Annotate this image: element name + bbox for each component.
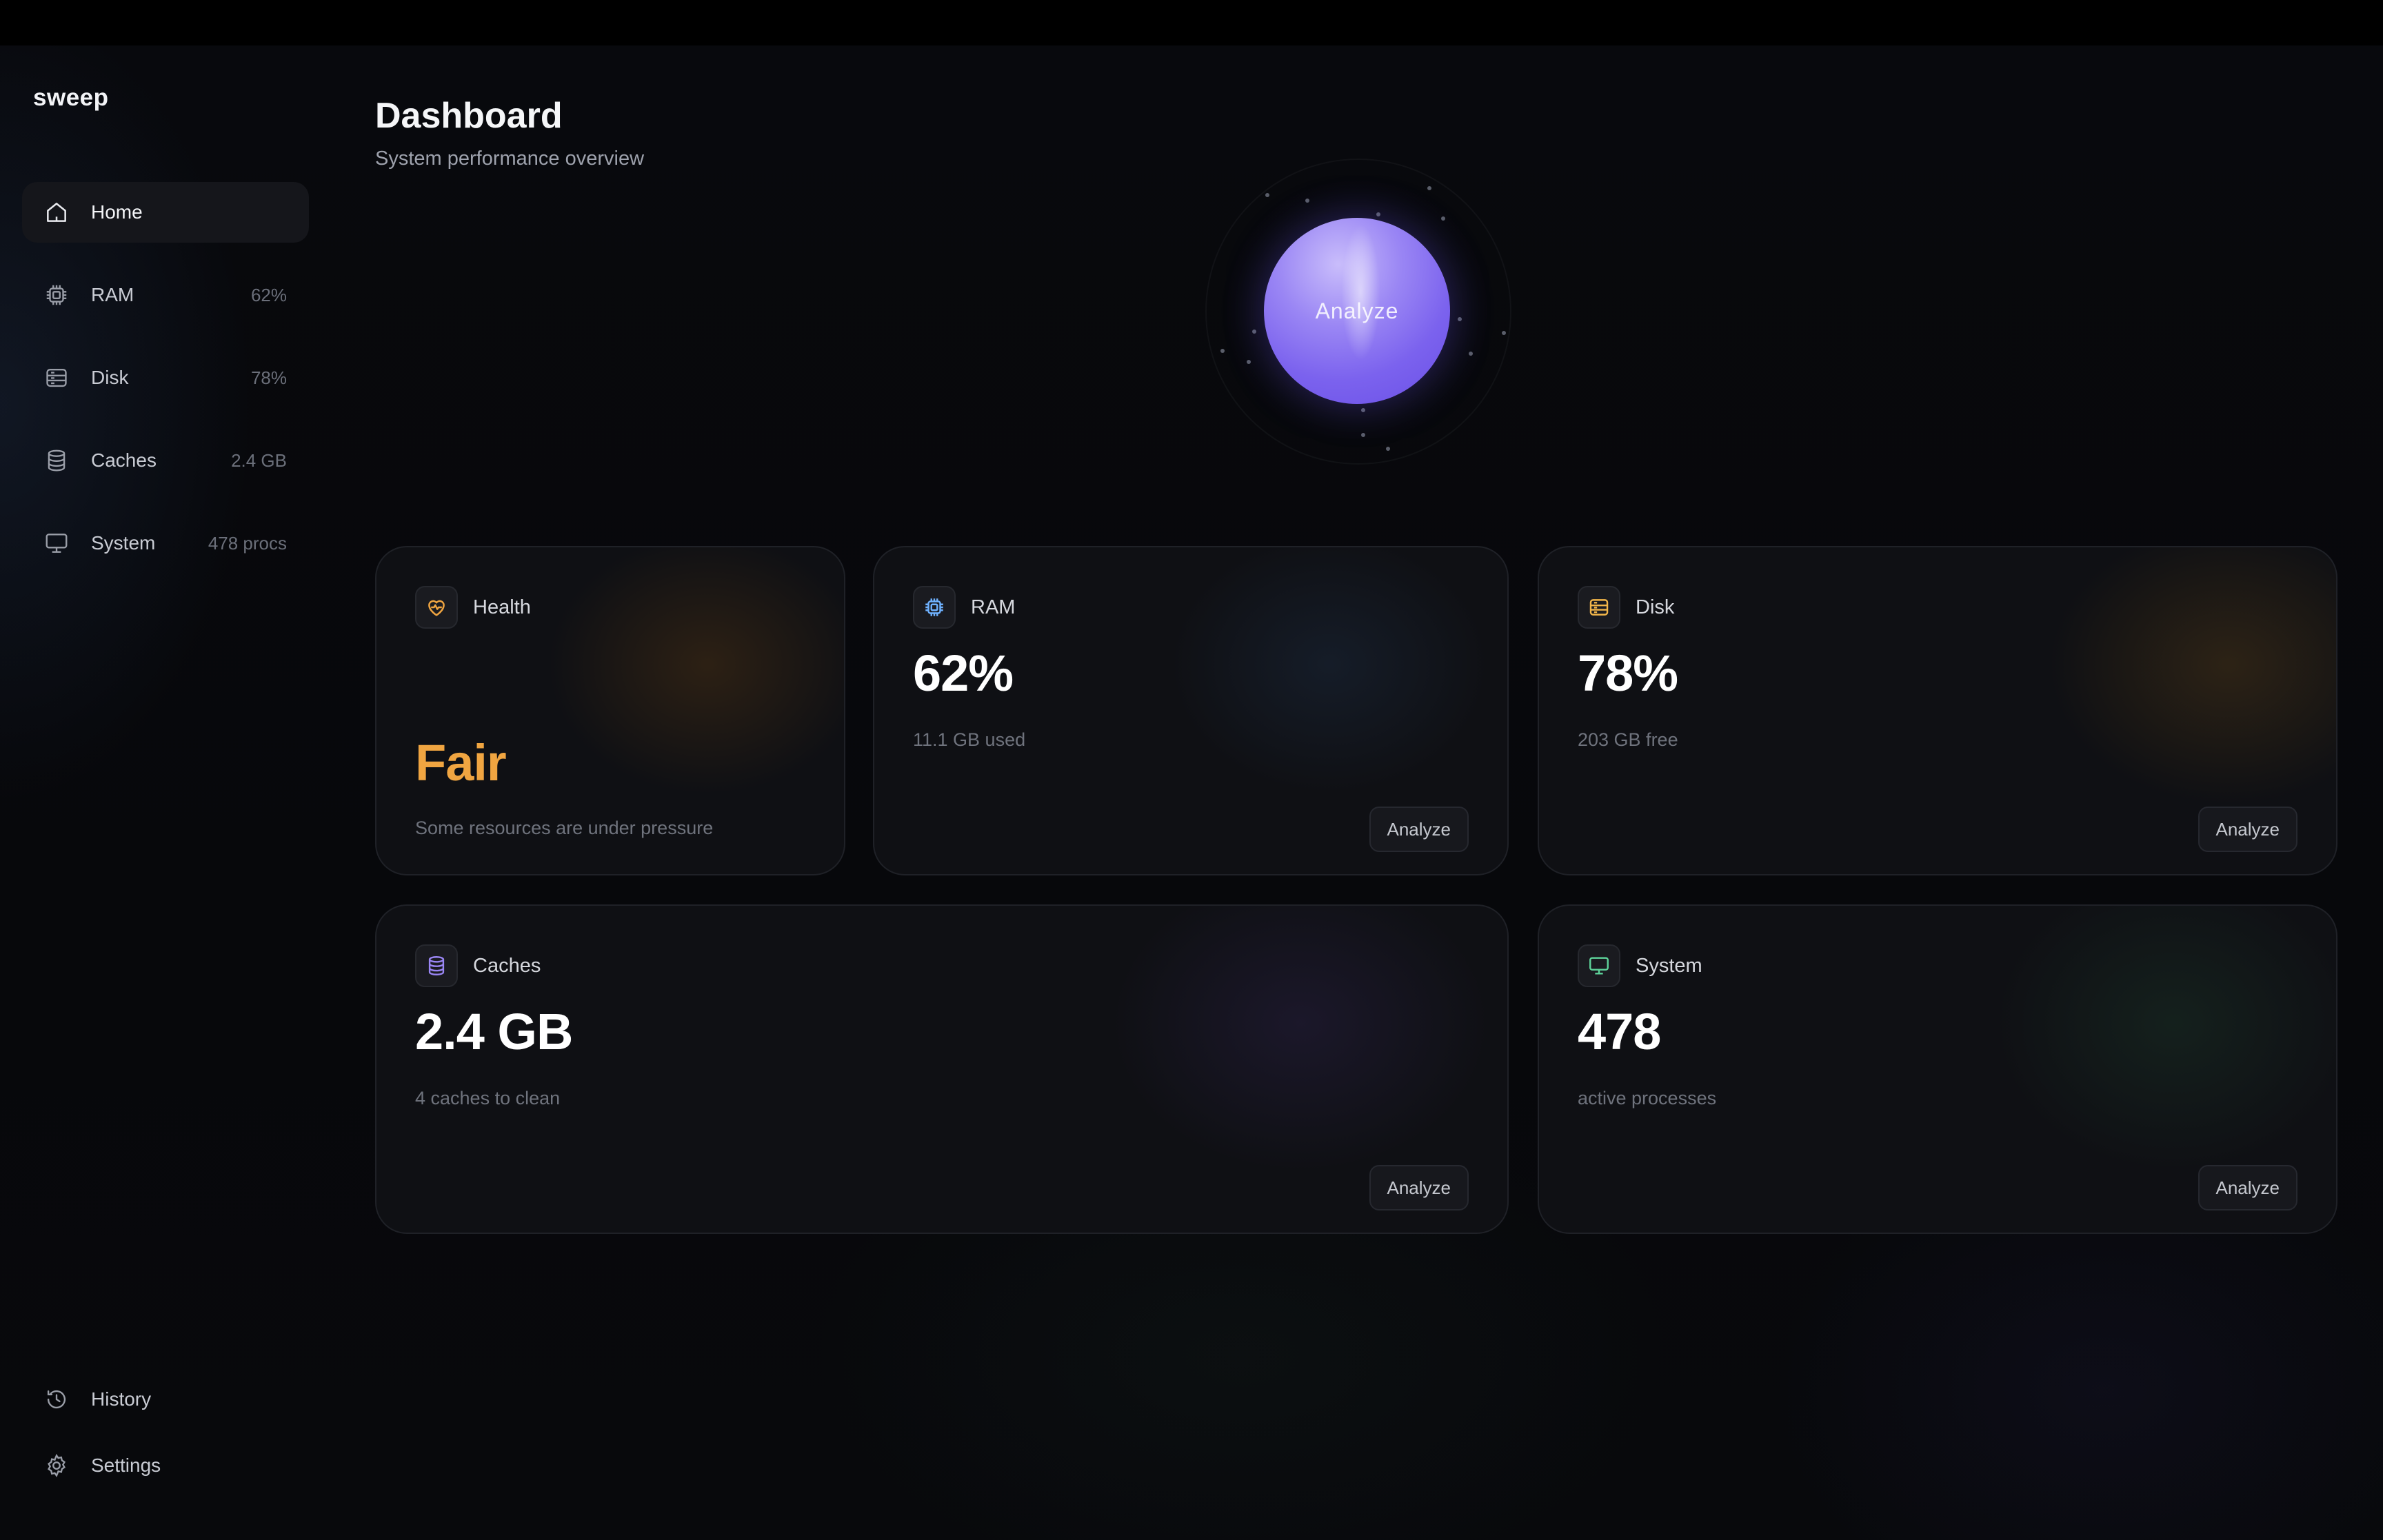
monitor-icon [43,529,70,557]
sidebar-item-home[interactable]: Home [22,182,309,243]
sidebar-item-ram[interactable]: RAM 62% [22,265,309,325]
system-card: System 478 active processes Analyze [1538,904,2337,1234]
ram-usage-value: 62% [913,645,1014,702]
database-icon [43,447,70,474]
orb-particle [1265,193,1269,197]
card-title: Caches [473,954,541,977]
orb-particle [1247,360,1251,364]
orb-particle [1502,331,1506,335]
caches-card: Caches 2.4 GB 4 caches to clean Analyze [375,904,1509,1234]
ram-card: RAM 62% 11.1 GB used Analyze [873,546,1509,875]
ram-used-text: 11.1 GB used [913,729,1026,750]
caches-count-text: 4 caches to clean [415,1088,561,1108]
orb-particle [1361,408,1365,412]
orb-particle [1361,433,1365,437]
system-analyze-button[interactable]: Analyze [2198,1165,2297,1210]
chip-icon [913,586,956,629]
card-title: System [1636,954,1702,977]
caches-size-value: 2.4 GB [415,1003,573,1060]
orb-particle [1376,212,1380,216]
history-icon [43,1386,70,1413]
orb-particle [1305,199,1309,203]
sidebar-item-meta: 62% [250,284,287,305]
orb-label: Analyze [1315,298,1399,323]
disk-card: Disk 78% 203 GB free Analyze [1538,546,2337,875]
sidebar-item-system[interactable]: System 478 procs [22,513,309,574]
card-title: RAM [971,596,1016,618]
monitor-icon [1578,944,1620,987]
orb-particle [1469,352,1473,356]
sidebar-item-caches[interactable]: Caches 2.4 GB [22,430,309,491]
orb-particle [1427,186,1431,190]
disk-icon [43,364,70,392]
sidebar-item-meta: 2.4 GB [231,449,287,471]
sidebar-item-label: History [91,1388,152,1410]
card-title: Disk [1636,596,1675,618]
database-icon [415,944,458,987]
card-header: Disk [1578,586,1674,629]
heart-pulse-icon [415,586,458,629]
sidebar-item-meta: 478 procs [208,532,287,554]
app-window: sweep Home RAM 62% Disk 78% Caches 2.4 G… [0,45,2383,1540]
health-card: Health Fair Some resources are under pre… [375,546,845,875]
disk-analyze-button[interactable]: Analyze [2198,807,2297,852]
sidebar-item-label: Disk [91,367,129,388]
orb-particle [1220,349,1225,353]
orb-particle [1252,330,1256,334]
health-status-value: Fair [415,734,507,791]
chip-icon [43,281,70,309]
card-header: Health [415,586,531,629]
orb-particle [1441,216,1445,221]
disk-icon [1578,586,1620,629]
orb-particle [1386,447,1390,451]
sidebar-item-label: Settings [91,1455,161,1476]
page-subtitle: System performance overview [375,148,645,170]
disk-usage-value: 78% [1578,645,1678,702]
app-logo: sweep [33,84,109,111]
page-title: Dashboard [375,96,563,136]
sidebar-item-label: RAM [91,284,134,305]
sidebar-item-label: Caches [91,449,157,471]
window-top-bar [0,0,2383,45]
system-process-label: active processes [1578,1088,1717,1108]
caches-analyze-button[interactable]: Analyze [1369,1165,1469,1210]
gear-icon [43,1452,70,1479]
sidebar-item-meta: 78% [250,367,287,388]
health-description: Some resources are under pressure [415,818,714,838]
analyze-orb-button[interactable]: Analyze [1264,218,1450,404]
system-process-count: 478 [1578,1003,1661,1060]
sidebar-item-label: Home [91,201,143,223]
card-header: System [1578,944,1702,987]
sidebar-item-label: System [91,532,156,554]
ram-analyze-button[interactable]: Analyze [1369,807,1469,852]
sidebar-item-disk[interactable]: Disk 78% [22,347,309,408]
sidebar-item-history[interactable]: History [22,1369,309,1430]
card-header: RAM [913,586,1015,629]
sidebar-item-settings[interactable]: Settings [22,1435,309,1496]
card-header: Caches [415,944,541,987]
card-title: Health [473,596,531,618]
orb-particle [1458,317,1462,321]
disk-free-text: 203 GB free [1578,729,1678,750]
home-icon [43,199,70,226]
